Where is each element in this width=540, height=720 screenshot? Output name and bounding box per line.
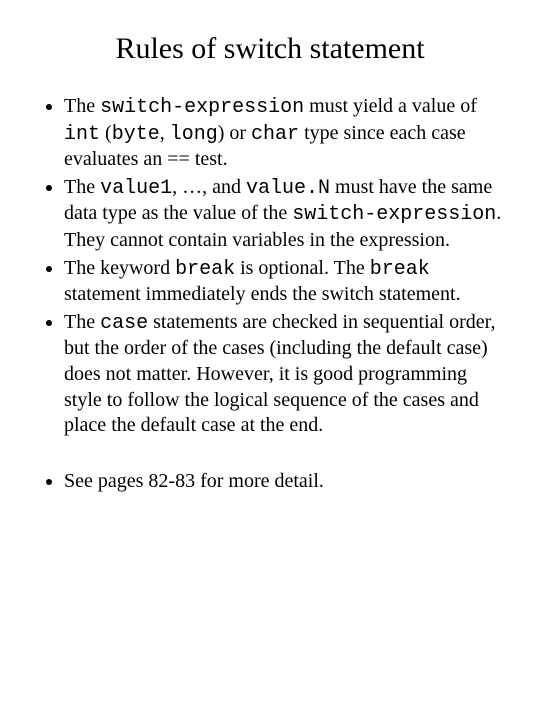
code: int <box>64 123 100 146</box>
text: is optional. The <box>235 257 370 279</box>
text: The <box>64 176 100 198</box>
text: , …, and <box>172 176 246 198</box>
code: case <box>100 312 148 335</box>
text: The <box>64 95 100 117</box>
slide: Rules of switch statement The switch-exp… <box>0 0 540 720</box>
code: long <box>170 123 218 146</box>
bullet-5: See pages 82-83 for more detail. <box>64 469 504 495</box>
text: ) or <box>218 122 251 144</box>
code: value1 <box>100 177 172 200</box>
code: switch-expression <box>100 96 304 119</box>
text: See pages 82-83 for more detail. <box>64 470 324 492</box>
text: must yield a value of <box>304 95 477 117</box>
text: ( <box>100 122 112 144</box>
spacer <box>64 441 504 467</box>
code: byte <box>112 123 160 146</box>
text: The keyword <box>64 257 175 279</box>
code: char <box>251 123 299 146</box>
text: statement immediately ends the switch st… <box>64 283 461 305</box>
text: The <box>64 311 100 333</box>
bullet-list: The switch-expression must yield a value… <box>42 94 504 494</box>
code: break <box>175 258 235 281</box>
text: , <box>160 122 170 144</box>
code: break <box>370 258 430 281</box>
bullet-3: The keyword break is optional. The break… <box>64 256 504 308</box>
bullet-1: The switch-expression must yield a value… <box>64 94 504 173</box>
code: switch-expression <box>292 203 496 226</box>
bullet-2: The value1, …, and value.N must have the… <box>64 175 504 254</box>
bullet-4: The case statements are checked in seque… <box>64 310 504 439</box>
code: value.N <box>246 177 330 200</box>
slide-title: Rules of switch statement <box>36 32 504 66</box>
